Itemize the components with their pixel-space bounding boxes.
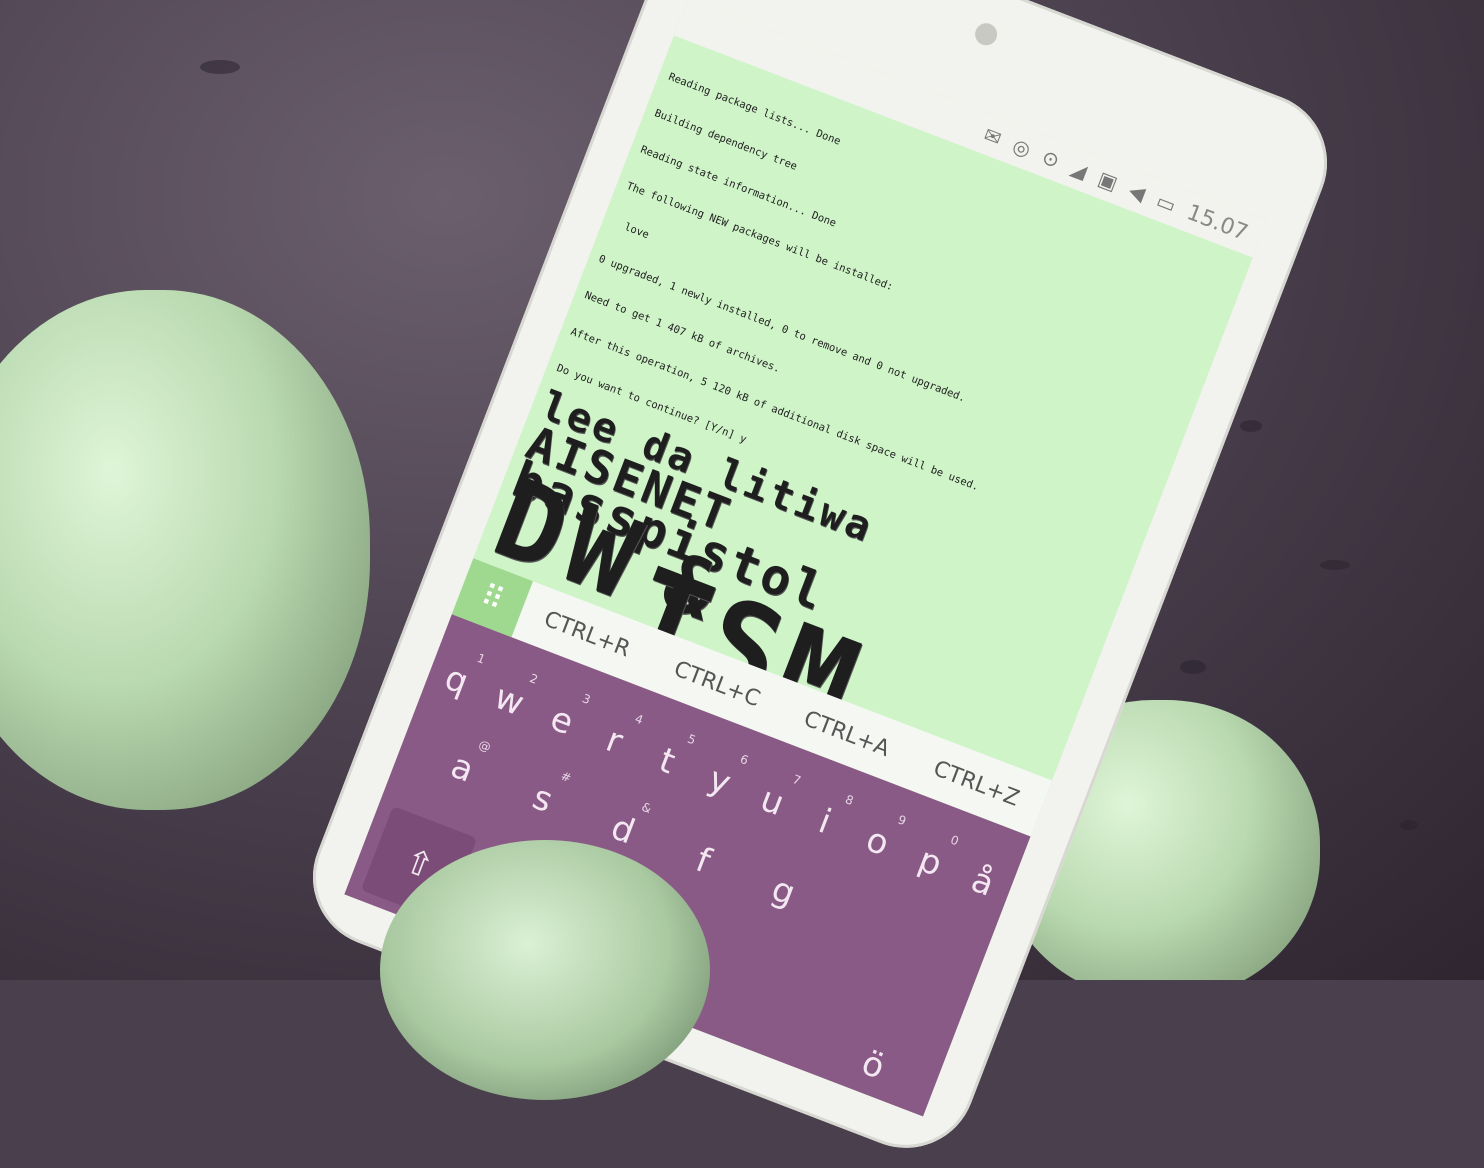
hotspot-icon: ◎	[1009, 133, 1035, 162]
key-u[interactable]: 7u	[742, 772, 803, 829]
signal-icon: ◢	[1067, 155, 1091, 184]
key-q[interactable]: 1q	[426, 651, 487, 708]
volume-icon: ◀	[1125, 177, 1149, 206]
key-w[interactable]: 2w	[479, 671, 540, 728]
network-icon: ▣	[1094, 166, 1122, 196]
location-icon: ⊙	[1038, 144, 1063, 173]
mail-icon: ✉	[980, 122, 1005, 151]
key-s[interactable]: # s	[512, 769, 573, 826]
thumb	[380, 840, 710, 1100]
grid-icon: ⠿	[475, 577, 509, 619]
status-time: 15.07	[1183, 199, 1252, 246]
key-a-ring[interactable]: å	[952, 855, 1013, 910]
key-f[interactable]: f	[673, 833, 734, 888]
key-g[interactable]: g	[753, 864, 814, 919]
ascii-art-dw: DW	[478, 453, 663, 627]
key-i[interactable]: 8i	[794, 792, 855, 849]
phone: ✉ ◎ ⊙ ◢ ▣ ◀ ▭ 15.07 Reading package list…	[0, 0, 1484, 1168]
front-camera	[971, 20, 1001, 49]
key-a[interactable]: @ a	[432, 737, 493, 796]
key-t[interactable]: 5t	[637, 732, 698, 789]
key-o[interactable]: 9o	[847, 812, 909, 869]
battery-icon: ▭	[1153, 188, 1180, 218]
key-e[interactable]: 3e	[531, 691, 593, 748]
key-r[interactable]: 4r	[584, 711, 645, 768]
key-y[interactable]: 6y	[689, 752, 750, 809]
key-p[interactable]: 0p	[900, 833, 961, 890]
